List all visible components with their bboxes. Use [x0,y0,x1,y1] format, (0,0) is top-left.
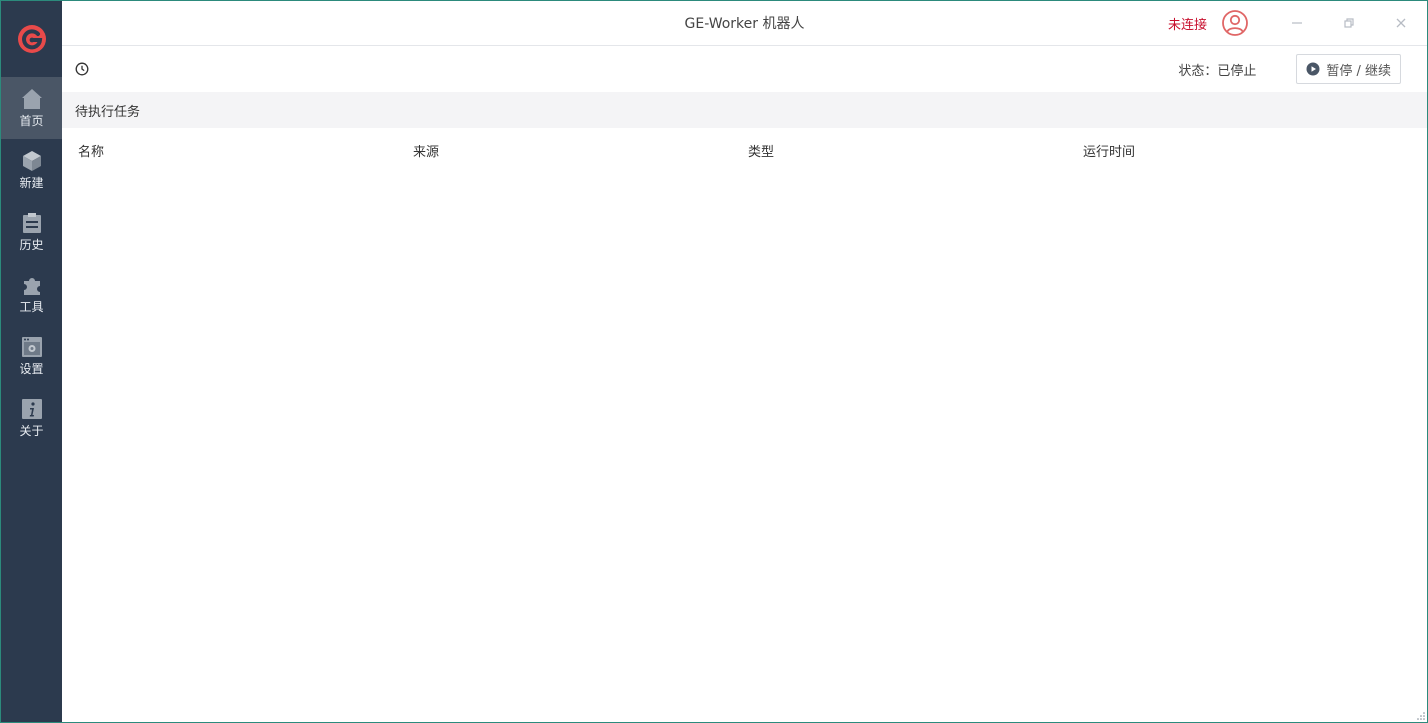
run-status: 状态：已停止 [1178,63,1257,79]
toolbar-right: 状态：已停止 暂停 / 继续 [1178,46,1427,92]
column-header-type[interactable]: 类型 [732,141,1067,160]
main-area: GE-Worker 机器人 未连接 状态：已停止 暂停 / 继续 待执行任务 名… [62,1,1427,722]
restore-button[interactable] [1323,1,1375,45]
ge-logo-icon [1,1,62,77]
sidebar-item-label: 历史 [19,238,44,252]
app-window: 首页 新建 历史 工具 设置 关于 GE-Worker 机器人 未连接 状态：已… [0,0,1428,723]
tasks-table-body [62,172,1427,722]
puzzle-icon [20,273,44,297]
pause-resume-label: 暂停 / 继续 [1326,63,1391,79]
pause-resume-button[interactable]: 暂停 / 继续 [1296,54,1401,84]
column-header-source[interactable]: 来源 [397,141,732,160]
close-icon [1396,18,1406,28]
sidebar-item-label: 新建 [19,176,44,190]
history-icon [20,211,44,235]
sidebar-item-settings[interactable]: 设置 [1,325,62,387]
title-bar-controls: 未连接 [1168,1,1427,45]
sidebar-item-home[interactable]: 首页 [1,77,62,139]
sidebar-item-label: 工具 [19,300,44,314]
sidebar-item-label: 首页 [19,114,44,128]
restore-icon [1344,18,1354,28]
sidebar-item-tools[interactable]: 工具 [1,263,62,325]
sidebar-item-new[interactable]: 新建 [1,139,62,201]
cube-icon [20,149,44,173]
column-header-name[interactable]: 名称 [62,141,397,160]
close-button[interactable] [1375,1,1427,45]
home-icon [20,87,44,111]
sidebar: 首页 新建 历史 工具 设置 关于 [1,1,62,722]
clock-icon[interactable] [74,61,90,77]
info-icon [20,397,44,421]
column-header-run-time[interactable]: 运行时间 [1067,141,1402,160]
title-bar: GE-Worker 机器人 未连接 [62,1,1427,46]
user-avatar-icon[interactable] [1221,9,1249,37]
sidebar-item-history[interactable]: 历史 [1,201,62,263]
sidebar-item-label: 设置 [19,362,44,376]
section-title: 待执行任务 [75,104,141,120]
sidebar-item-about[interactable]: 关于 [1,387,62,449]
tasks-table-header: 名称 来源 类型 运行时间 [62,128,1427,172]
pending-tasks-header: 待执行任务 [62,92,1427,128]
toolbar: 状态：已停止 暂停 / 继续 [62,46,1427,92]
sidebar-item-label: 关于 [19,424,44,438]
connection-status: 未连接 [1167,17,1207,33]
resize-grip-icon[interactable] [1416,711,1426,721]
play-circle-icon [1306,62,1320,76]
minimize-button[interactable] [1271,1,1323,45]
minimize-icon [1292,22,1302,24]
settings-icon [20,335,44,359]
